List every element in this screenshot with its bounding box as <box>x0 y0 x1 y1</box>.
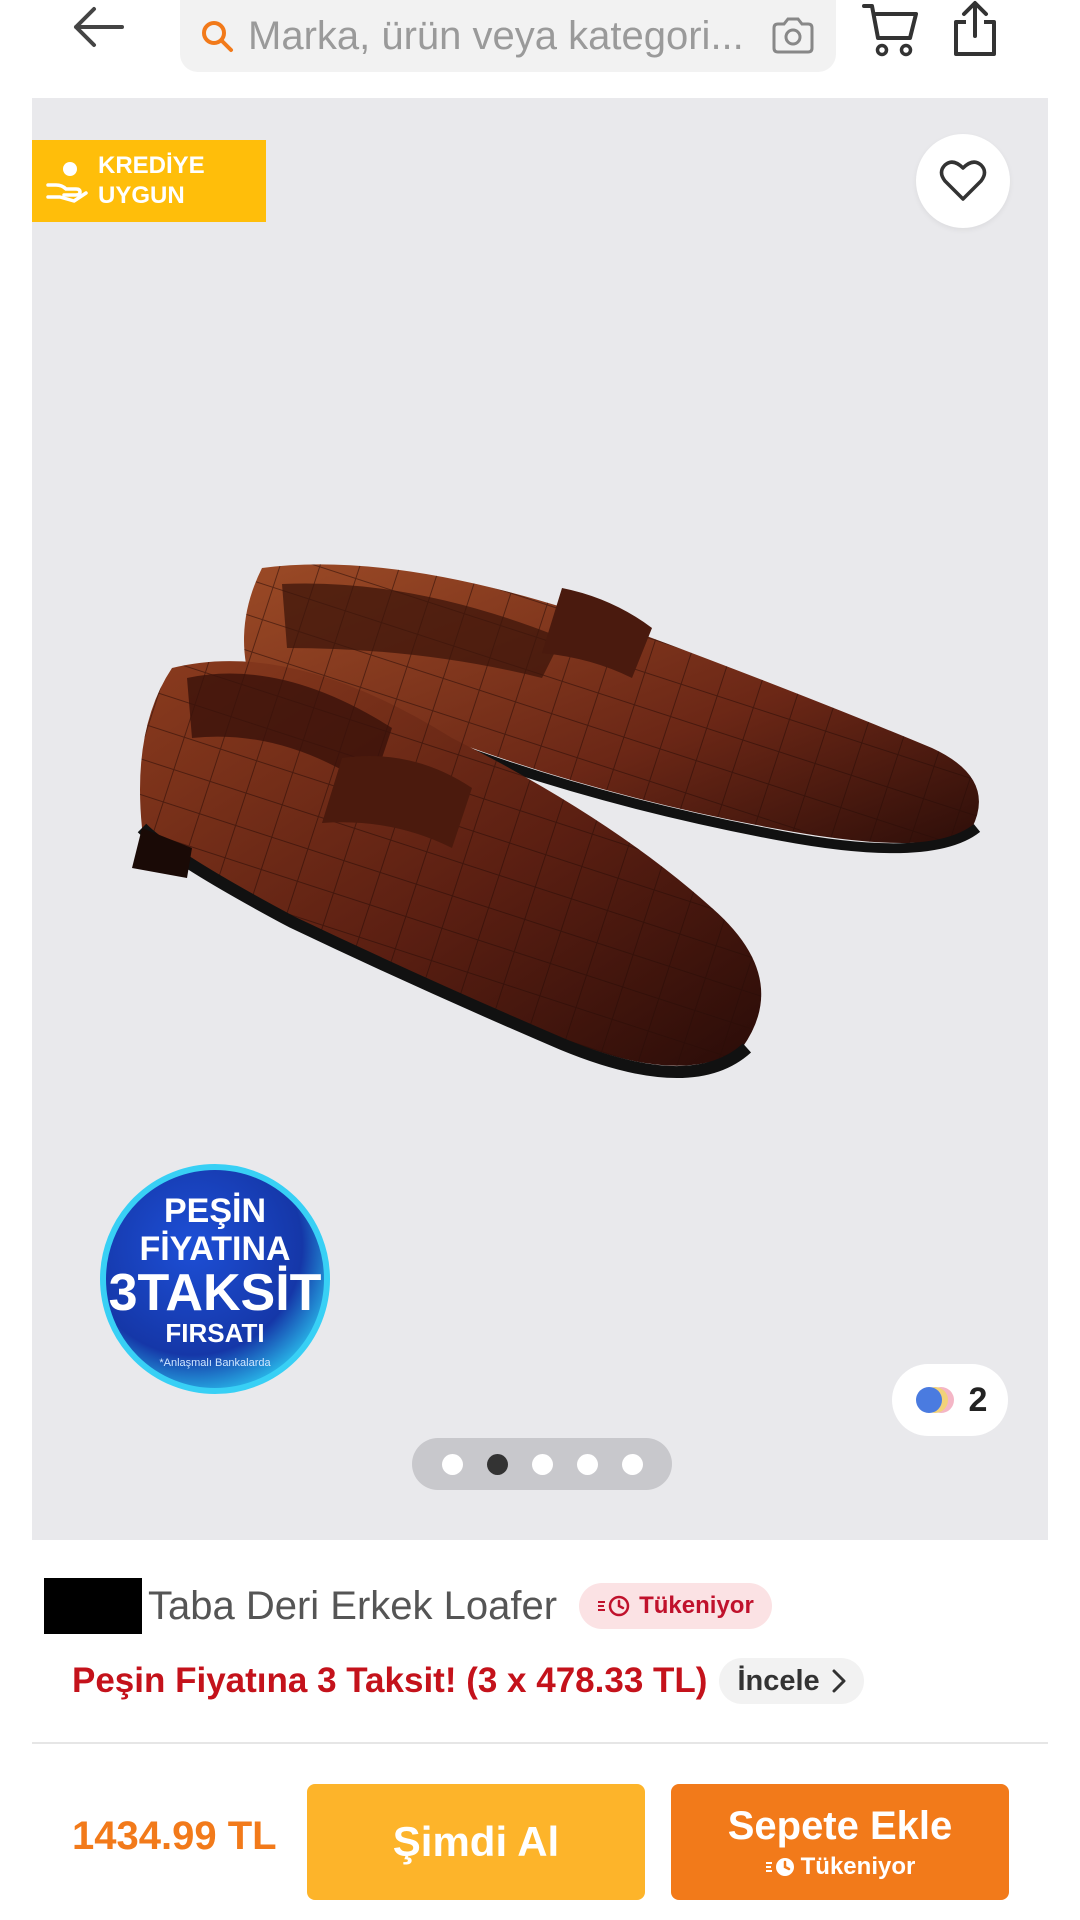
add-to-cart-button[interactable]: Sepete Ekle Tükeniyor <box>671 1784 1009 1900</box>
hand-coin-icon <box>46 162 88 203</box>
installment-details-button[interactable]: İncele <box>719 1658 864 1704</box>
divider <box>32 1742 1048 1744</box>
cart-button[interactable] <box>860 0 920 60</box>
sticker-footnote: *Anlaşmalı Bankalarda <box>159 1357 271 1369</box>
credit-eligible-badge: KREDİYE UYGUN <box>32 140 266 222</box>
credit-badge-line2: UYGUN <box>98 182 185 209</box>
back-button[interactable] <box>70 0 134 54</box>
product-image-carousel[interactable]: KREDİYE UYGUN PEŞİN FİYATINA 3TAKSİT FIR… <box>32 98 1048 1540</box>
sticker-line1: PEŞİN <box>164 1192 266 1230</box>
search-input[interactable] <box>248 13 760 59</box>
camera-icon[interactable] <box>770 16 816 56</box>
add-to-cart-stock-text: Tükeniyor <box>800 1853 916 1880</box>
product-price: 1434.99 TL <box>72 1814 277 1858</box>
product-title: Taba Deri Erkek Loafer <box>148 1583 558 1628</box>
installment-text: Peşin Fiyatına 3 Taksit! (3 x 478.33 TL) <box>72 1661 708 1700</box>
add-to-cart-stock: Tükeniyor <box>765 1853 916 1881</box>
variant-count: 2 <box>968 1380 988 1419</box>
top-bar <box>0 0 1080 96</box>
installment-details-label: İncele <box>737 1664 820 1697</box>
carousel-indicator[interactable] <box>412 1438 672 1490</box>
carousel-dot[interactable] <box>531 1453 553 1475</box>
brand-name-redacted[interactable] <box>44 1578 142 1634</box>
color-variant-chip[interactable]: 2 <box>892 1364 1008 1436</box>
cart-icon <box>862 4 918 57</box>
sticker-line2: FİYATINA <box>139 1230 290 1268</box>
installment-promo-sticker: PEŞİN FİYATINA 3TAKSİT FIRSATI *Anlaşmal… <box>100 1164 330 1394</box>
search-bar[interactable] <box>180 0 836 72</box>
carousel-dot[interactable] <box>486 1453 508 1475</box>
credit-badge-line1: KREDİYE <box>98 152 205 179</box>
add-to-cart-label: Sepete Ekle <box>727 1804 953 1848</box>
carousel-dot[interactable] <box>621 1453 643 1475</box>
clock-fast-icon <box>765 1858 794 1876</box>
search-icon <box>202 21 233 52</box>
installment-row: Peşin Fiyatına 3 Taksit! (3 x 478.33 TL)… <box>72 1656 864 1706</box>
sticker-line3: 3TAKSİT <box>109 1264 322 1322</box>
color-swatch-icon <box>915 1387 954 1413</box>
stock-status-badge: Tükeniyor <box>579 1583 772 1629</box>
carousel-dot[interactable] <box>441 1453 463 1475</box>
clock-fast-icon <box>598 1595 630 1617</box>
stock-status-text: Tükeniyor <box>639 1592 754 1619</box>
product-title-row: Taba Deri Erkek Loafer Tükeniyor <box>44 1576 772 1636</box>
carousel-dot[interactable] <box>576 1453 598 1475</box>
credit-badge-text: KREDİYE UYGUN <box>98 151 205 211</box>
share-icon <box>954 1 996 56</box>
chevron-right-icon <box>832 1669 846 1693</box>
share-button[interactable] <box>950 0 1000 60</box>
arrow-left-icon <box>74 7 124 47</box>
buy-now-button[interactable]: Şimdi Al <box>307 1784 645 1900</box>
heart-icon <box>939 160 987 201</box>
sticker-line4: FIRSATI <box>165 1318 264 1348</box>
favorite-button[interactable] <box>916 134 1010 228</box>
